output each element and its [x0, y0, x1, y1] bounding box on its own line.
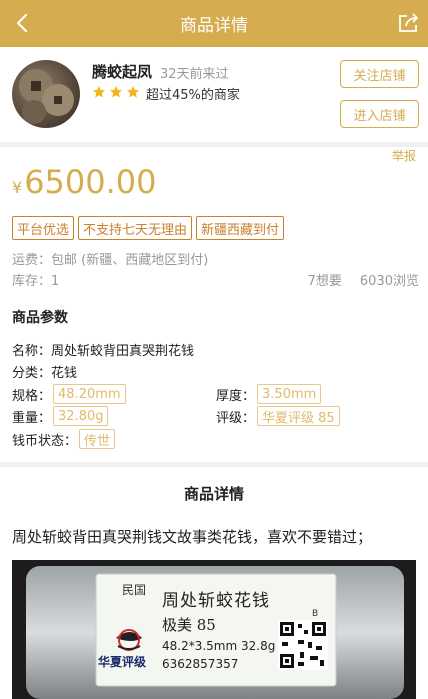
param-label: 名称：	[12, 344, 52, 359]
last-visit-text: 32天前来过	[160, 67, 229, 82]
shop-avatar[interactable]	[12, 60, 80, 128]
views-count: 6030浏览	[359, 274, 419, 289]
top-nav-bar: 商品详情	[0, 0, 428, 47]
param-value: 华夏评级 85	[257, 406, 340, 426]
slab-coin-name: 周处斩蛟花钱	[162, 591, 270, 611]
param-name: 名称： 周处斩蛟背田真哭荆花钱	[12, 340, 194, 359]
star-icon	[127, 86, 139, 98]
param-grade: 评级： 华夏评级 85	[216, 406, 340, 426]
tag-cod-region: 新疆西藏到付	[196, 216, 285, 240]
slab-period: 民国	[122, 583, 146, 597]
param-label: 评级：	[216, 410, 256, 426]
shop-rank-text: 超过45%的商家	[146, 88, 240, 103]
enter-shop-button[interactable]: 进入店铺	[340, 100, 419, 128]
param-weight: 重量： 32.80g	[12, 406, 109, 426]
param-value: 花钱	[51, 366, 78, 381]
back-arrow-icon[interactable]	[8, 8, 38, 38]
section-divider	[0, 462, 428, 467]
page-title: 商品详情	[180, 16, 248, 36]
slab-size: 48.2*3.5mm 32.8g	[162, 639, 275, 653]
shipping-text: 运费：包邮 (新疆、西藏地区到付)	[12, 253, 209, 268]
slab-serial: 6362857357	[162, 657, 238, 671]
graded-slab-image: 民国 周处斩蛟花钱 极美 85 48.2*3.5mm 32.8g 华夏评级 63…	[12, 560, 416, 699]
follow-shop-button[interactable]: 关注店铺	[340, 60, 419, 88]
product-stats: 7想要 6030浏览	[308, 270, 419, 289]
stock-text: 库存：1	[12, 274, 60, 289]
slab-brand: 华夏评级	[98, 654, 146, 669]
param-label: 规格：	[12, 388, 52, 404]
param-value: 32.80g	[53, 406, 109, 426]
coins-image	[19, 69, 74, 124]
param-category: 分类： 花钱	[12, 362, 77, 381]
price-value: 6500.00	[24, 163, 157, 201]
detail-description: 周处斩蛟背田真哭荆钱文故事类花钱，喜欢不要错过；	[12, 528, 373, 546]
wants-count: 7想要	[307, 274, 342, 289]
param-spec: 规格： 48.20mm	[12, 384, 126, 404]
param-value: 48.20mm	[53, 384, 126, 404]
report-link[interactable]: 举报	[392, 147, 416, 164]
param-label: 重量：	[12, 410, 52, 426]
product-photo[interactable]: 民国 周处斩蛟花钱 极美 85 48.2*3.5mm 32.8g 华夏评级 63…	[12, 560, 416, 699]
param-value: 周处斩蛟背田真哭荆花钱	[51, 344, 195, 359]
star-icon	[93, 86, 105, 98]
tag-platform-pick: 平台优选	[12, 216, 75, 240]
param-label: 厚度：	[216, 388, 256, 404]
shop-card: 腾蛟起凤 32天前来过 超过45%的商家 关注店铺 进入店铺	[0, 47, 428, 142]
detail-title: 商品详情	[183, 485, 244, 503]
price: ¥ 6500.00	[12, 163, 157, 201]
param-value: 传世	[79, 429, 116, 449]
param-label: 分类：	[12, 366, 52, 381]
qr-code-icon	[278, 620, 328, 670]
param-status: 钱币状态： 传世	[12, 429, 116, 449]
param-value: 3.50mm	[257, 384, 322, 404]
param-label: 钱币状态：	[12, 433, 78, 449]
shop-rating-stars	[92, 85, 140, 99]
section-divider	[0, 142, 428, 147]
param-thickness: 厚度： 3.50mm	[216, 384, 322, 404]
share-icon[interactable]	[396, 10, 422, 36]
slab-corner-mark: B	[312, 609, 318, 619]
shop-name[interactable]: 腾蛟起凤	[92, 61, 152, 82]
params-title: 商品参数	[12, 310, 68, 326]
slab-grade: 极美 85	[162, 616, 216, 634]
star-icon	[110, 86, 122, 98]
tag-no-return: 不支持七天无理由	[78, 216, 193, 240]
service-tags: 平台优选 不支持七天无理由 新疆西藏到付	[12, 216, 285, 240]
currency-symbol: ¥	[12, 178, 23, 197]
